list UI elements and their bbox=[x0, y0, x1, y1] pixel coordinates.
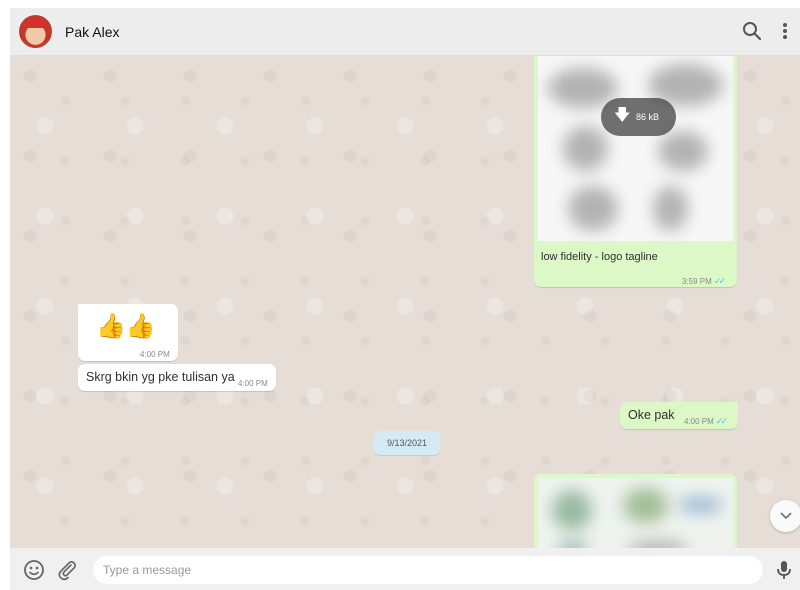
message-composer bbox=[10, 548, 800, 590]
message-incoming-emoji[interactable]: 👍👍 4:00 PM bbox=[78, 304, 178, 361]
avatar[interactable] bbox=[19, 15, 52, 48]
download-button[interactable]: 🡇 86 kB bbox=[601, 98, 676, 136]
emoji-icon[interactable] bbox=[23, 559, 45, 581]
message-time: 4:00 PM bbox=[238, 379, 268, 388]
image-caption: low fidelity - logo tagline bbox=[541, 251, 658, 263]
message-incoming-text[interactable]: Skrg bkin yg pke tulisan ya 4:00 PM bbox=[78, 364, 276, 391]
message-emoji: 👍👍 bbox=[96, 312, 156, 340]
message-time: 3:59 PM ✓✓ bbox=[682, 276, 726, 286]
blurred-image-preview bbox=[538, 478, 733, 548]
message-text: Skrg bkin yg pke tulisan ya bbox=[86, 370, 235, 384]
message-text: Oke pak bbox=[628, 408, 675, 422]
message-outgoing-image[interactable]: 🡇 86 kB low fidelity - logo tagline 3:59… bbox=[534, 56, 737, 287]
contact-name[interactable]: Pak Alex bbox=[65, 24, 119, 40]
search-icon[interactable] bbox=[741, 20, 763, 42]
message-outgoing-image[interactable] bbox=[534, 474, 737, 548]
date-divider: 9/13/2021 bbox=[374, 431, 440, 455]
attach-icon[interactable] bbox=[56, 559, 78, 581]
read-receipt-icon: ✓✓ bbox=[713, 276, 726, 286]
download-icon: 🡇 bbox=[614, 107, 631, 124]
message-time: 4:00 PM bbox=[140, 350, 170, 359]
message-input[interactable] bbox=[93, 556, 763, 584]
microphone-icon[interactable] bbox=[773, 559, 795, 581]
message-outgoing-text[interactable]: Oke pak 4:00 PM ✓✓ bbox=[620, 402, 738, 429]
message-time: 4:00 PM ✓✓ bbox=[684, 416, 728, 426]
scroll-down-button[interactable] bbox=[770, 500, 800, 532]
read-receipt-icon: ✓✓ bbox=[715, 416, 728, 426]
blurred-image-preview: 🡇 86 kB bbox=[538, 56, 733, 241]
chat-window: Pak Alex 🡇 86 kB low fidelity - logo tag… bbox=[10, 8, 800, 590]
chat-header: Pak Alex bbox=[10, 8, 800, 56]
download-size: 86 kB bbox=[636, 112, 660, 122]
menu-icon[interactable] bbox=[774, 20, 796, 42]
message-list[interactable]: 🡇 86 kB low fidelity - logo tagline 3:59… bbox=[10, 56, 800, 548]
